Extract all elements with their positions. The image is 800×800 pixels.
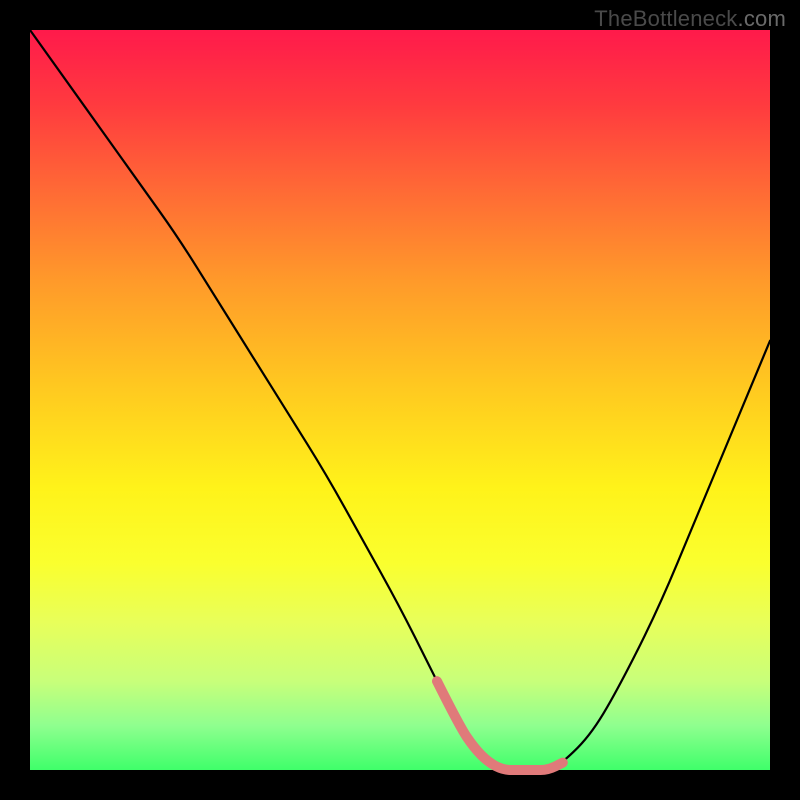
watermark: TheBottleneck.com	[594, 6, 786, 32]
chart-curve-svg	[30, 30, 770, 770]
bottleneck-curve	[30, 30, 770, 770]
watermark-main: TheBottleneck	[594, 6, 737, 31]
chart-plot-area	[30, 30, 770, 770]
bottleneck-curve-accent	[437, 681, 563, 770]
chart-frame: TheBottleneck.com	[0, 0, 800, 800]
watermark-suffix: .com	[738, 6, 786, 31]
